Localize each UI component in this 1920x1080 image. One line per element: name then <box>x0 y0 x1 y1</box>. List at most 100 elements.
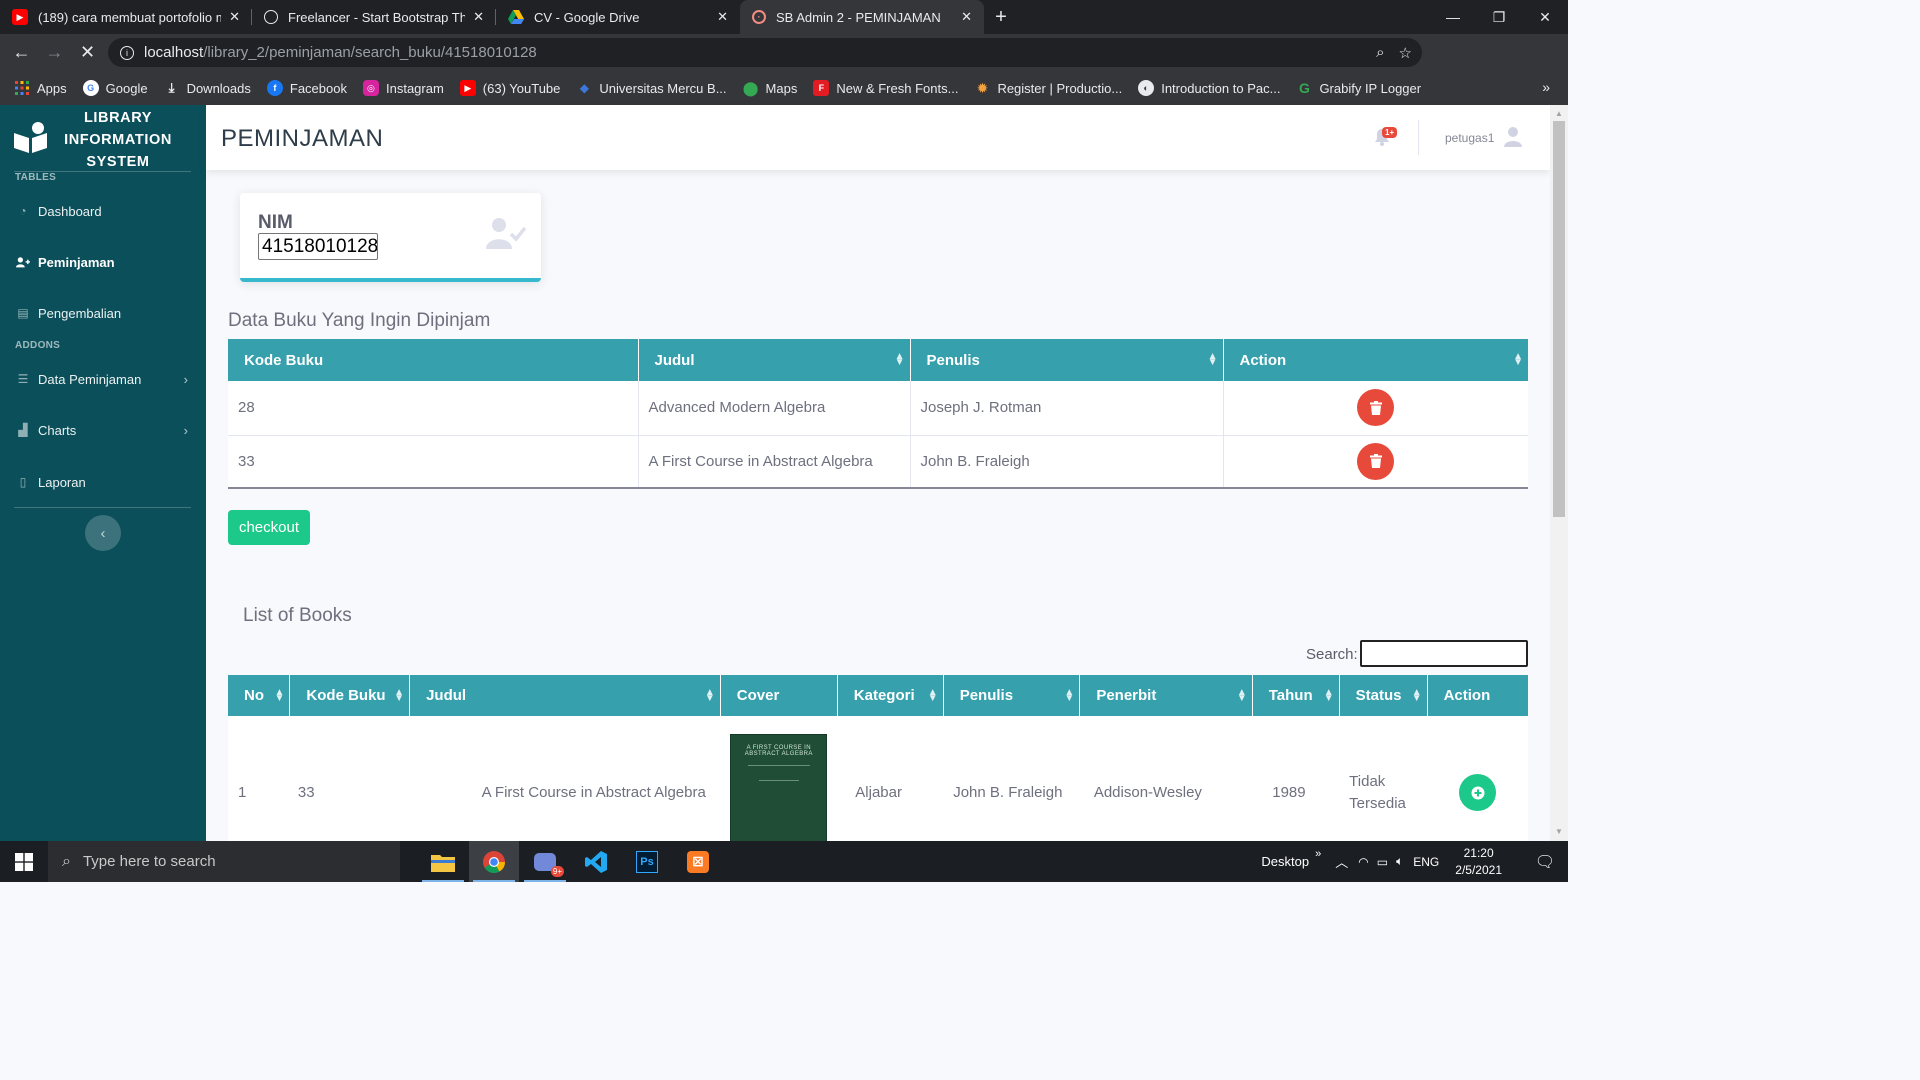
sidebar-item-pengembalian[interactable]: ▤ Pengembalian <box>0 295 206 331</box>
youtube-icon: ▶ <box>12 9 28 25</box>
bookmark-mercu-buana[interactable]: ◆ Universitas Mercu B... <box>576 80 727 96</box>
column-header-judul[interactable]: Judul ▲ ▼ <box>638 339 911 381</box>
bookmark-fonts[interactable]: F New & Fresh Fonts... <box>813 80 958 96</box>
column-header-kode-buku[interactable]: Kode Buku ▲ ▼ <box>289 675 411 716</box>
sort-icon: ▲ ▼ <box>704 686 715 704</box>
restore-icon[interactable]: ❐ <box>1476 0 1522 34</box>
close-icon[interactable]: ✕ <box>229 9 240 25</box>
bookmark-maps[interactable]: ⬤ Maps <box>743 80 798 96</box>
bookmark-google[interactable]: G Google <box>82 80 148 96</box>
vscode-app[interactable] <box>571 841 621 882</box>
chrome-app[interactable] <box>469 841 519 882</box>
bookmark-apps[interactable]: Apps <box>14 80 67 96</box>
stop-loading-icon[interactable]: ✕ <box>71 36 104 69</box>
close-window-icon[interactable]: ✕ <box>1522 0 1568 34</box>
bookmark-facebook[interactable]: f Facebook <box>266 80 347 96</box>
column-header-kategori[interactable]: Kategori ▲ ▼ <box>837 675 944 716</box>
column-header-action[interactable]: Action ▲ ▼ <box>1223 339 1528 381</box>
user-name[interactable]: petugas1 <box>1445 131 1494 145</box>
delete-button[interactable] <box>1357 389 1395 427</box>
column-header-kode-buku[interactable]: Kode Buku <box>228 339 639 381</box>
sidebar-brand[interactable]: LIBRARY INFORMATION SYSTEM <box>0 105 206 170</box>
desktop-toolbar-chevron-icon[interactable]: » <box>1315 848 1321 860</box>
column-header-penerbit[interactable]: Penerbit ▲ ▼ <box>1079 675 1253 716</box>
close-icon[interactable]: ✕ <box>717 9 728 25</box>
scroll-up-icon[interactable]: ▲ <box>1555 109 1563 118</box>
notification-center-icon[interactable]: 🗨︎ <box>1522 841 1568 882</box>
table-header-row: Kode Buku Judul ▲ ▼ Penulis ▲ ▼ Action ▲ ▼ <box>228 339 1528 381</box>
browser-tab-youtube[interactable]: ▶ (189) cara membuat portofolio m ✕ <box>0 0 252 34</box>
delete-button[interactable] <box>1357 442 1395 480</box>
browser-tab-google-drive[interactable]: CV - Google Drive ✕ <box>496 0 740 34</box>
facebook-icon: f <box>266 80 283 96</box>
battery-icon[interactable]: ▭ <box>1377 855 1388 869</box>
forward-arrow-icon[interactable]: → <box>38 36 71 69</box>
column-header-tahun[interactable]: Tahun ▲ ▼ <box>1252 675 1340 716</box>
chrome-icon <box>483 850 505 873</box>
add-book-button[interactable] <box>1459 774 1497 812</box>
page-scrollbar[interactable]: ▲ ▼ <box>1550 105 1568 841</box>
tray-overflow-icon[interactable]: ︿ <box>1335 852 1348 871</box>
tab-title: (189) cara membuat portofolio m <box>38 9 222 25</box>
sidebar-item-data-peminjaman[interactable]: ☰ Data Peminjaman › <box>0 361 206 397</box>
cover-decoration <box>747 764 810 766</box>
sidebar-toggle-button[interactable]: ‹ <box>85 515 121 551</box>
photoshop-app[interactable]: Ps <box>622 841 672 882</box>
sidebar-heading-addons: ADDONS <box>15 340 61 351</box>
start-button[interactable] <box>0 841 48 882</box>
cover-title: A FIRST COURSE IN ABSTRACT ALGEBRA <box>744 744 813 757</box>
discord-app[interactable]: 9+ <box>520 841 570 882</box>
bookmark-youtube[interactable]: ▶ (63) YouTube <box>459 80 560 96</box>
bookmark-star-icon[interactable]: ☆ <box>1399 44 1412 62</box>
column-header-penulis[interactable]: Penulis ▲ ▼ <box>943 675 1081 716</box>
new-tab-button[interactable]: + <box>984 0 1018 34</box>
browser-tab-freelancer[interactable]: Freelancer - Start Bootstrap Them ✕ <box>252 0 496 34</box>
desktop-toolbar-label[interactable]: Desktop <box>1261 854 1309 869</box>
sort-icon: ▲ ▼ <box>1411 686 1422 704</box>
back-arrow-icon[interactable]: ← <box>5 36 38 69</box>
column-header-no[interactable]: No ▲ ▼ <box>228 675 291 716</box>
language-indicator[interactable]: ENG <box>1413 855 1439 869</box>
clock[interactable]: 21:20 2/5/2021 <box>1455 845 1502 879</box>
sidebar-item-peminjaman[interactable]: Peminjaman <box>0 244 206 280</box>
file-icon: ▯ <box>19 475 27 489</box>
sidebar-item-laporan[interactable]: ▯ Laporan <box>0 464 206 500</box>
brand-title: LIBRARY INFORMATION SYSTEM <box>64 110 172 170</box>
checkout-button[interactable]: checkout <box>228 510 310 545</box>
xampp-app[interactable]: ⊠ <box>673 841 723 882</box>
minimize-icon[interactable]: — <box>1430 0 1476 34</box>
browser-tab-sb-admin[interactable]: · SB Admin 2 - PEMINJAMAN ✕ <box>740 0 984 34</box>
bookmark-grabify[interactable]: G Grabify IP Logger <box>1296 80 1421 96</box>
bookmark-instagram[interactable]: ◎ Instagram <box>362 80 444 96</box>
sidebar-item-dashboard[interactable]: ◔ Dashboard <box>0 193 206 229</box>
bookmark-packet[interactable]: ◐ Introduction to Pac... <box>1138 80 1280 96</box>
file-explorer-app[interactable] <box>418 841 468 882</box>
address-bar[interactable]: i localhost/library_2/peminjaman/search_… <box>108 38 1422 67</box>
bookmark-label: Downloads <box>186 80 251 96</box>
window-controls: — ❐ ✕ <box>1430 0 1568 34</box>
sidebar-item-charts[interactable]: ▟ Charts › <box>0 412 206 448</box>
search-input[interactable] <box>1360 640 1528 667</box>
close-icon[interactable]: ✕ <box>961 9 972 25</box>
close-icon[interactable]: ✕ <box>473 9 484 25</box>
plus-circle-icon <box>1471 786 1485 800</box>
bookmark-downloads[interactable]: ⤓ Downloads <box>164 80 251 96</box>
bookmark-register[interactable]: ✹ Register | Productio... <box>974 80 1123 96</box>
volume-icon[interactable]: 🔈︎ <box>1396 854 1403 869</box>
url-host: localhost <box>144 44 204 61</box>
column-header-penulis[interactable]: Penulis ▲ ▼ <box>910 339 1224 381</box>
network-wifi-icon[interactable]: ◠ <box>1358 855 1368 869</box>
info-icon[interactable]: i <box>120 45 134 60</box>
zoom-icon[interactable]: ⌕ <box>1376 44 1384 61</box>
scroll-down-icon[interactable]: ▼ <box>1555 827 1563 836</box>
photoshop-icon: Ps <box>636 850 658 873</box>
taskbar-search[interactable]: ⌕ Type here to search <box>48 841 400 882</box>
column-header-judul[interactable]: Judul ▲ ▼ <box>409 675 721 716</box>
nim-input[interactable] <box>258 233 378 260</box>
more-bookmarks-icon[interactable]: » <box>1542 79 1550 95</box>
column-header-status[interactable]: Status ▲ ▼ <box>1339 675 1428 716</box>
bookmark-label: Instagram <box>385 80 444 96</box>
user-avatar-icon[interactable] <box>1502 126 1524 148</box>
scrollbar-thumb[interactable] <box>1553 121 1565 517</box>
bookmark-label: Maps <box>765 80 798 96</box>
